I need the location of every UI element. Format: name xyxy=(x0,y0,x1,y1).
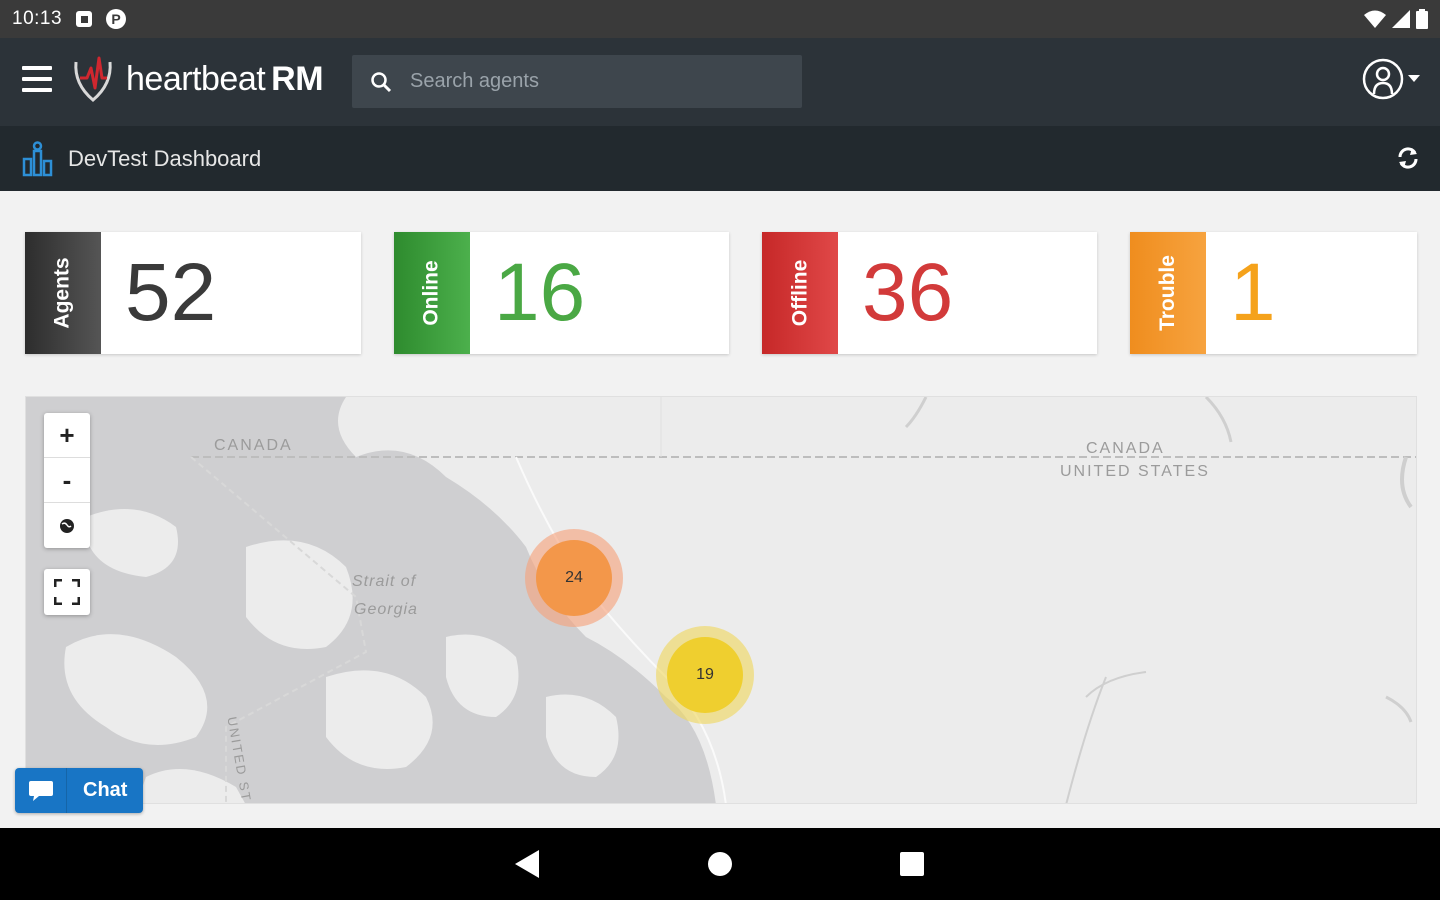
menu-icon[interactable] xyxy=(22,66,52,92)
map-label-united-states-east: UNITED STATES xyxy=(1060,463,1210,480)
system-navigation-bar xyxy=(0,828,1440,900)
offline-stat-card[interactable]: Offline 36 xyxy=(762,232,1097,354)
app-notification-icon: P xyxy=(106,9,127,29)
zoom-in-button[interactable]: + xyxy=(44,413,90,458)
map-label-strait-line1: Strait of xyxy=(352,573,417,590)
chat-bubble-icon xyxy=(15,768,67,813)
agents-count: 52 xyxy=(125,247,217,338)
trouble-count: 1 xyxy=(1230,247,1276,338)
offline-label: Offline xyxy=(788,259,811,327)
fullscreen-button[interactable] xyxy=(44,569,90,615)
zoom-controls: + - xyxy=(44,413,90,548)
online-stat-card[interactable]: Online 16 xyxy=(394,232,729,354)
online-count: 16 xyxy=(494,247,586,338)
search-input[interactable] xyxy=(410,70,770,93)
search-bar xyxy=(352,55,802,108)
trouble-label: Trouble xyxy=(1156,255,1179,331)
cluster-count: 19 xyxy=(667,637,743,713)
fullscreen-icon xyxy=(54,579,80,605)
user-avatar-icon xyxy=(1362,58,1404,100)
agents-tab: Agents xyxy=(25,232,101,354)
trouble-tab: Trouble xyxy=(1130,232,1206,354)
wifi-icon xyxy=(1364,10,1386,28)
map-label-strait-line2: Georgia xyxy=(354,601,418,618)
user-menu[interactable] xyxy=(1362,58,1420,100)
chat-button[interactable]: Chat xyxy=(15,768,143,813)
dashboard-icon xyxy=(22,140,53,176)
brand-name: heartbeat RM xyxy=(126,59,324,98)
system-status-bar: 10:13 P xyxy=(0,0,1440,38)
notification-icon xyxy=(76,11,93,27)
agents-map[interactable]: CANADA CANADA UNITED STATES Strait of Ge… xyxy=(25,396,1417,804)
zoom-out-button[interactable]: - xyxy=(44,458,90,503)
online-tab: Online xyxy=(394,232,470,354)
page-title: DevTest Dashboard xyxy=(68,145,262,171)
reset-view-button[interactable] xyxy=(44,503,90,548)
map-label-canada-east: CANADA xyxy=(1086,440,1165,457)
map-label-canada-west: CANADA xyxy=(214,437,293,454)
globe-icon xyxy=(60,518,74,533)
search-icon[interactable] xyxy=(370,71,392,93)
agents-label: Agents xyxy=(51,257,74,329)
agents-stat-card[interactable]: Agents 52 xyxy=(25,232,361,354)
dashboard-header: DevTest Dashboard xyxy=(0,126,1440,191)
offline-count: 36 xyxy=(862,247,954,338)
refresh-icon[interactable] xyxy=(1396,146,1420,170)
map-cluster-marker[interactable]: 19 xyxy=(656,626,754,724)
app-header: heartbeat RM xyxy=(0,38,1440,126)
caret-down-icon xyxy=(1408,75,1420,82)
recents-icon[interactable] xyxy=(900,852,924,876)
app-logo[interactable]: heartbeat RM xyxy=(70,54,324,104)
home-icon[interactable] xyxy=(708,852,732,876)
offline-tab: Offline xyxy=(762,232,838,354)
cluster-count: 24 xyxy=(536,540,612,616)
chat-label: Chat xyxy=(83,779,128,801)
signal-icon xyxy=(1392,10,1410,28)
back-icon[interactable] xyxy=(515,850,539,878)
map-cluster-marker[interactable]: 24 xyxy=(525,529,623,627)
status-time: 10:13 xyxy=(12,8,63,29)
trouble-stat-card[interactable]: Trouble 1 xyxy=(1130,232,1417,354)
battery-icon xyxy=(1416,9,1428,29)
online-label: Online xyxy=(420,260,443,326)
heartbeat-logo-icon xyxy=(74,56,112,102)
